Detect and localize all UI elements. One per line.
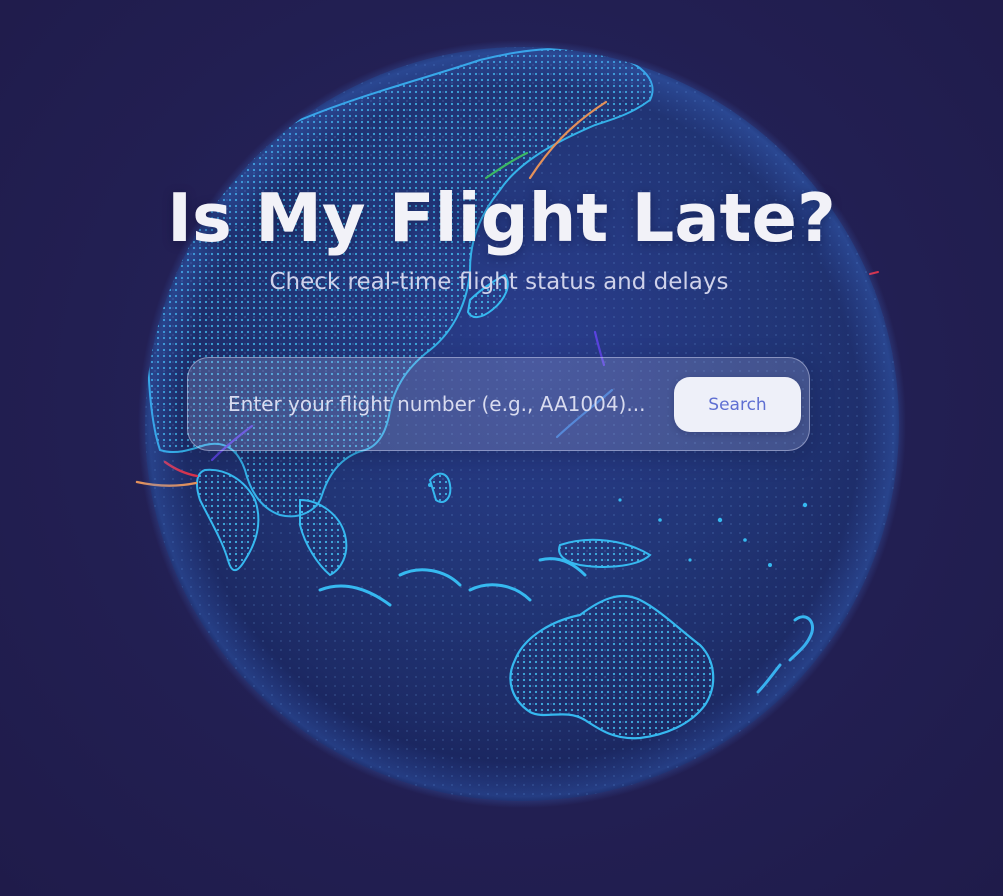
search-button[interactable]: Search bbox=[674, 377, 801, 432]
flight-number-input[interactable] bbox=[210, 380, 670, 428]
page-subtitle: Check real-time flight status and delays bbox=[269, 269, 729, 295]
flight-search-bar: Search bbox=[187, 357, 810, 451]
page: Is My Flight Late? Check real-time fligh… bbox=[0, 0, 1003, 896]
hero-section: Is My Flight Late? Check real-time fligh… bbox=[0, 0, 1003, 896]
page-title: Is My Flight Late? bbox=[167, 179, 836, 257]
